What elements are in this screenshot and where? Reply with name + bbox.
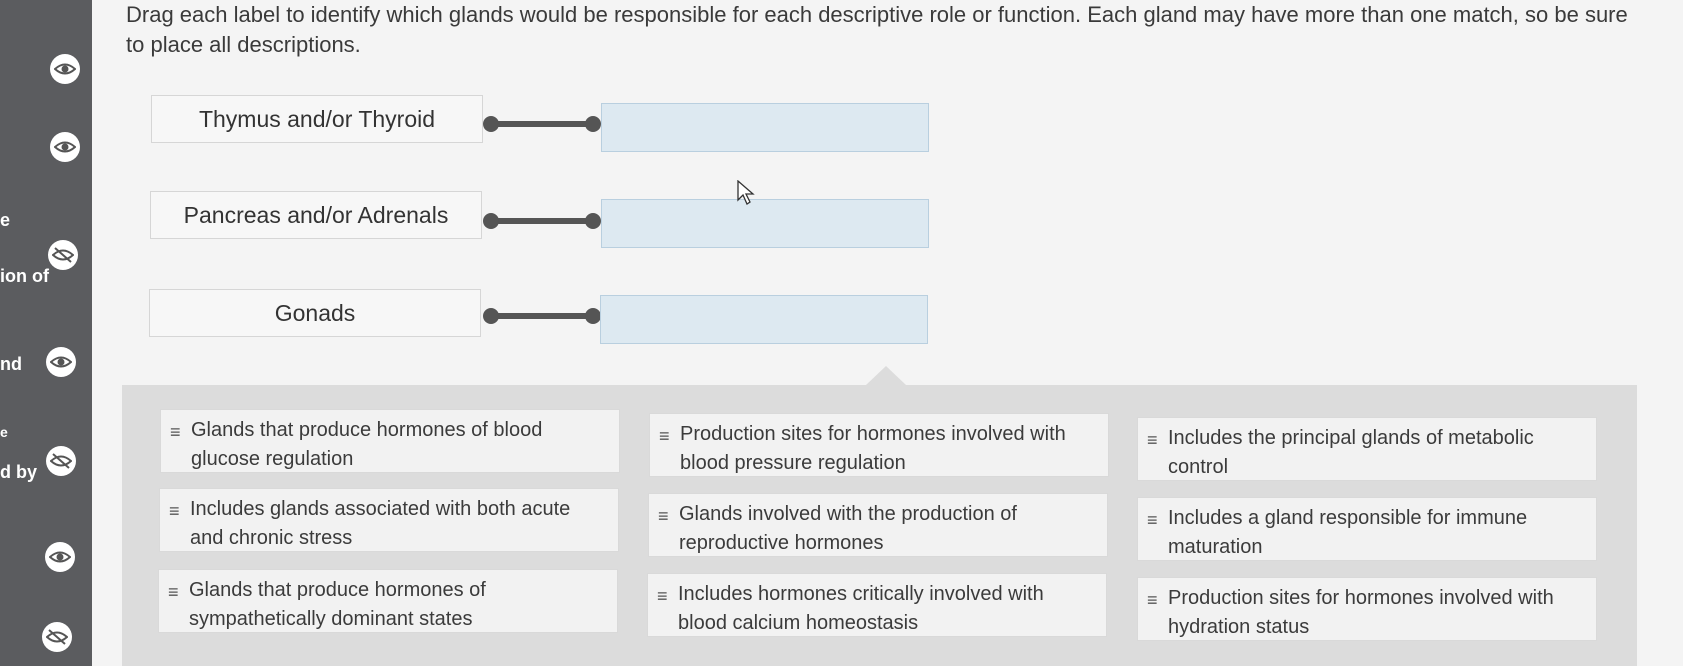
connector [483, 211, 601, 231]
description-card[interactable]: ≡ Glands that produce hormones of blood … [160, 409, 620, 473]
sidebar: e ion of nd e d by [0, 0, 92, 666]
gland-label-gonads[interactable]: Gonads [149, 289, 481, 337]
sidebar-text: ion of [0, 266, 49, 286]
description-card[interactable]: ≡ Includes the principal glands of metab… [1137, 417, 1597, 481]
description-card[interactable]: ≡ Includes hormones critically involved … [647, 573, 1107, 637]
connector [483, 306, 601, 326]
bank-pointer [866, 366, 906, 385]
drag-handle-icon: ≡ [658, 506, 669, 526]
description-card[interactable]: ≡ Production sites for hormones involved… [1137, 577, 1597, 641]
drag-handle-icon: ≡ [659, 426, 670, 446]
description-text: Production sites for hormones involved w… [680, 423, 1066, 474]
description-text: Glands involved with the production of r… [679, 503, 1017, 554]
eye-hidden-icon[interactable] [48, 240, 78, 270]
description-text: Includes the principal glands of metabol… [1168, 427, 1534, 478]
drag-handle-icon: ≡ [170, 422, 181, 442]
description-card[interactable]: ≡ Glands that produce hormones of sympat… [158, 569, 618, 633]
drag-handle-icon: ≡ [1147, 430, 1158, 450]
description-card[interactable]: ≡ Includes a gland responsible for immun… [1137, 497, 1597, 561]
sidebar-text: e [0, 210, 11, 230]
eye-icon[interactable] [46, 347, 76, 377]
drag-handle-icon: ≡ [1147, 510, 1158, 530]
eye-icon[interactable] [50, 54, 80, 84]
description-text: Includes glands associated with both acu… [190, 498, 571, 549]
description-bank: ≡ Glands that produce hormones of blood … [122, 385, 1637, 666]
gland-label-pancreas-adrenals[interactable]: Pancreas and/or Adrenals [150, 191, 482, 239]
connector [483, 114, 601, 134]
gland-label-thymus-thyroid[interactable]: Thymus and/or Thyroid [151, 95, 483, 143]
dropzone-pancreas-adrenals[interactable] [601, 199, 929, 248]
eye-icon[interactable] [45, 542, 75, 572]
description-text: Glands that produce hormones of blood gl… [191, 419, 543, 470]
description-card[interactable]: ≡ Production sites for hormones involved… [649, 413, 1109, 477]
dropzone-thymus-thyroid[interactable] [601, 103, 929, 152]
eye-hidden-icon[interactable] [46, 446, 76, 476]
drag-handle-icon: ≡ [657, 586, 668, 606]
sidebar-text: d by [0, 462, 38, 482]
instructions-text: Drag each label to identify which glands… [126, 2, 1628, 57]
drag-handle-icon: ≡ [169, 501, 180, 521]
sidebar-text: e [0, 424, 8, 440]
description-text: Production sites for hormones involved w… [1168, 587, 1554, 638]
eye-hidden-icon[interactable] [42, 622, 72, 652]
main-panel: Drag each label to identify which glands… [92, 0, 1683, 666]
dropzone-gonads[interactable] [600, 295, 928, 344]
eye-icon[interactable] [50, 132, 80, 162]
mouse-cursor-icon [737, 179, 755, 211]
description-card[interactable]: ≡ Glands involved with the production of… [648, 493, 1108, 557]
description-text: Includes a gland responsible for immune … [1168, 507, 1528, 558]
description-text: Glands that produce hormones of sympathe… [189, 579, 486, 630]
drag-handle-icon: ≡ [168, 582, 179, 602]
description-card[interactable]: ≡ Includes glands associated with both a… [159, 488, 619, 552]
drag-handle-icon: ≡ [1147, 590, 1158, 610]
sidebar-text: nd [0, 354, 22, 374]
description-text: Includes hormones critically involved wi… [678, 583, 1044, 634]
